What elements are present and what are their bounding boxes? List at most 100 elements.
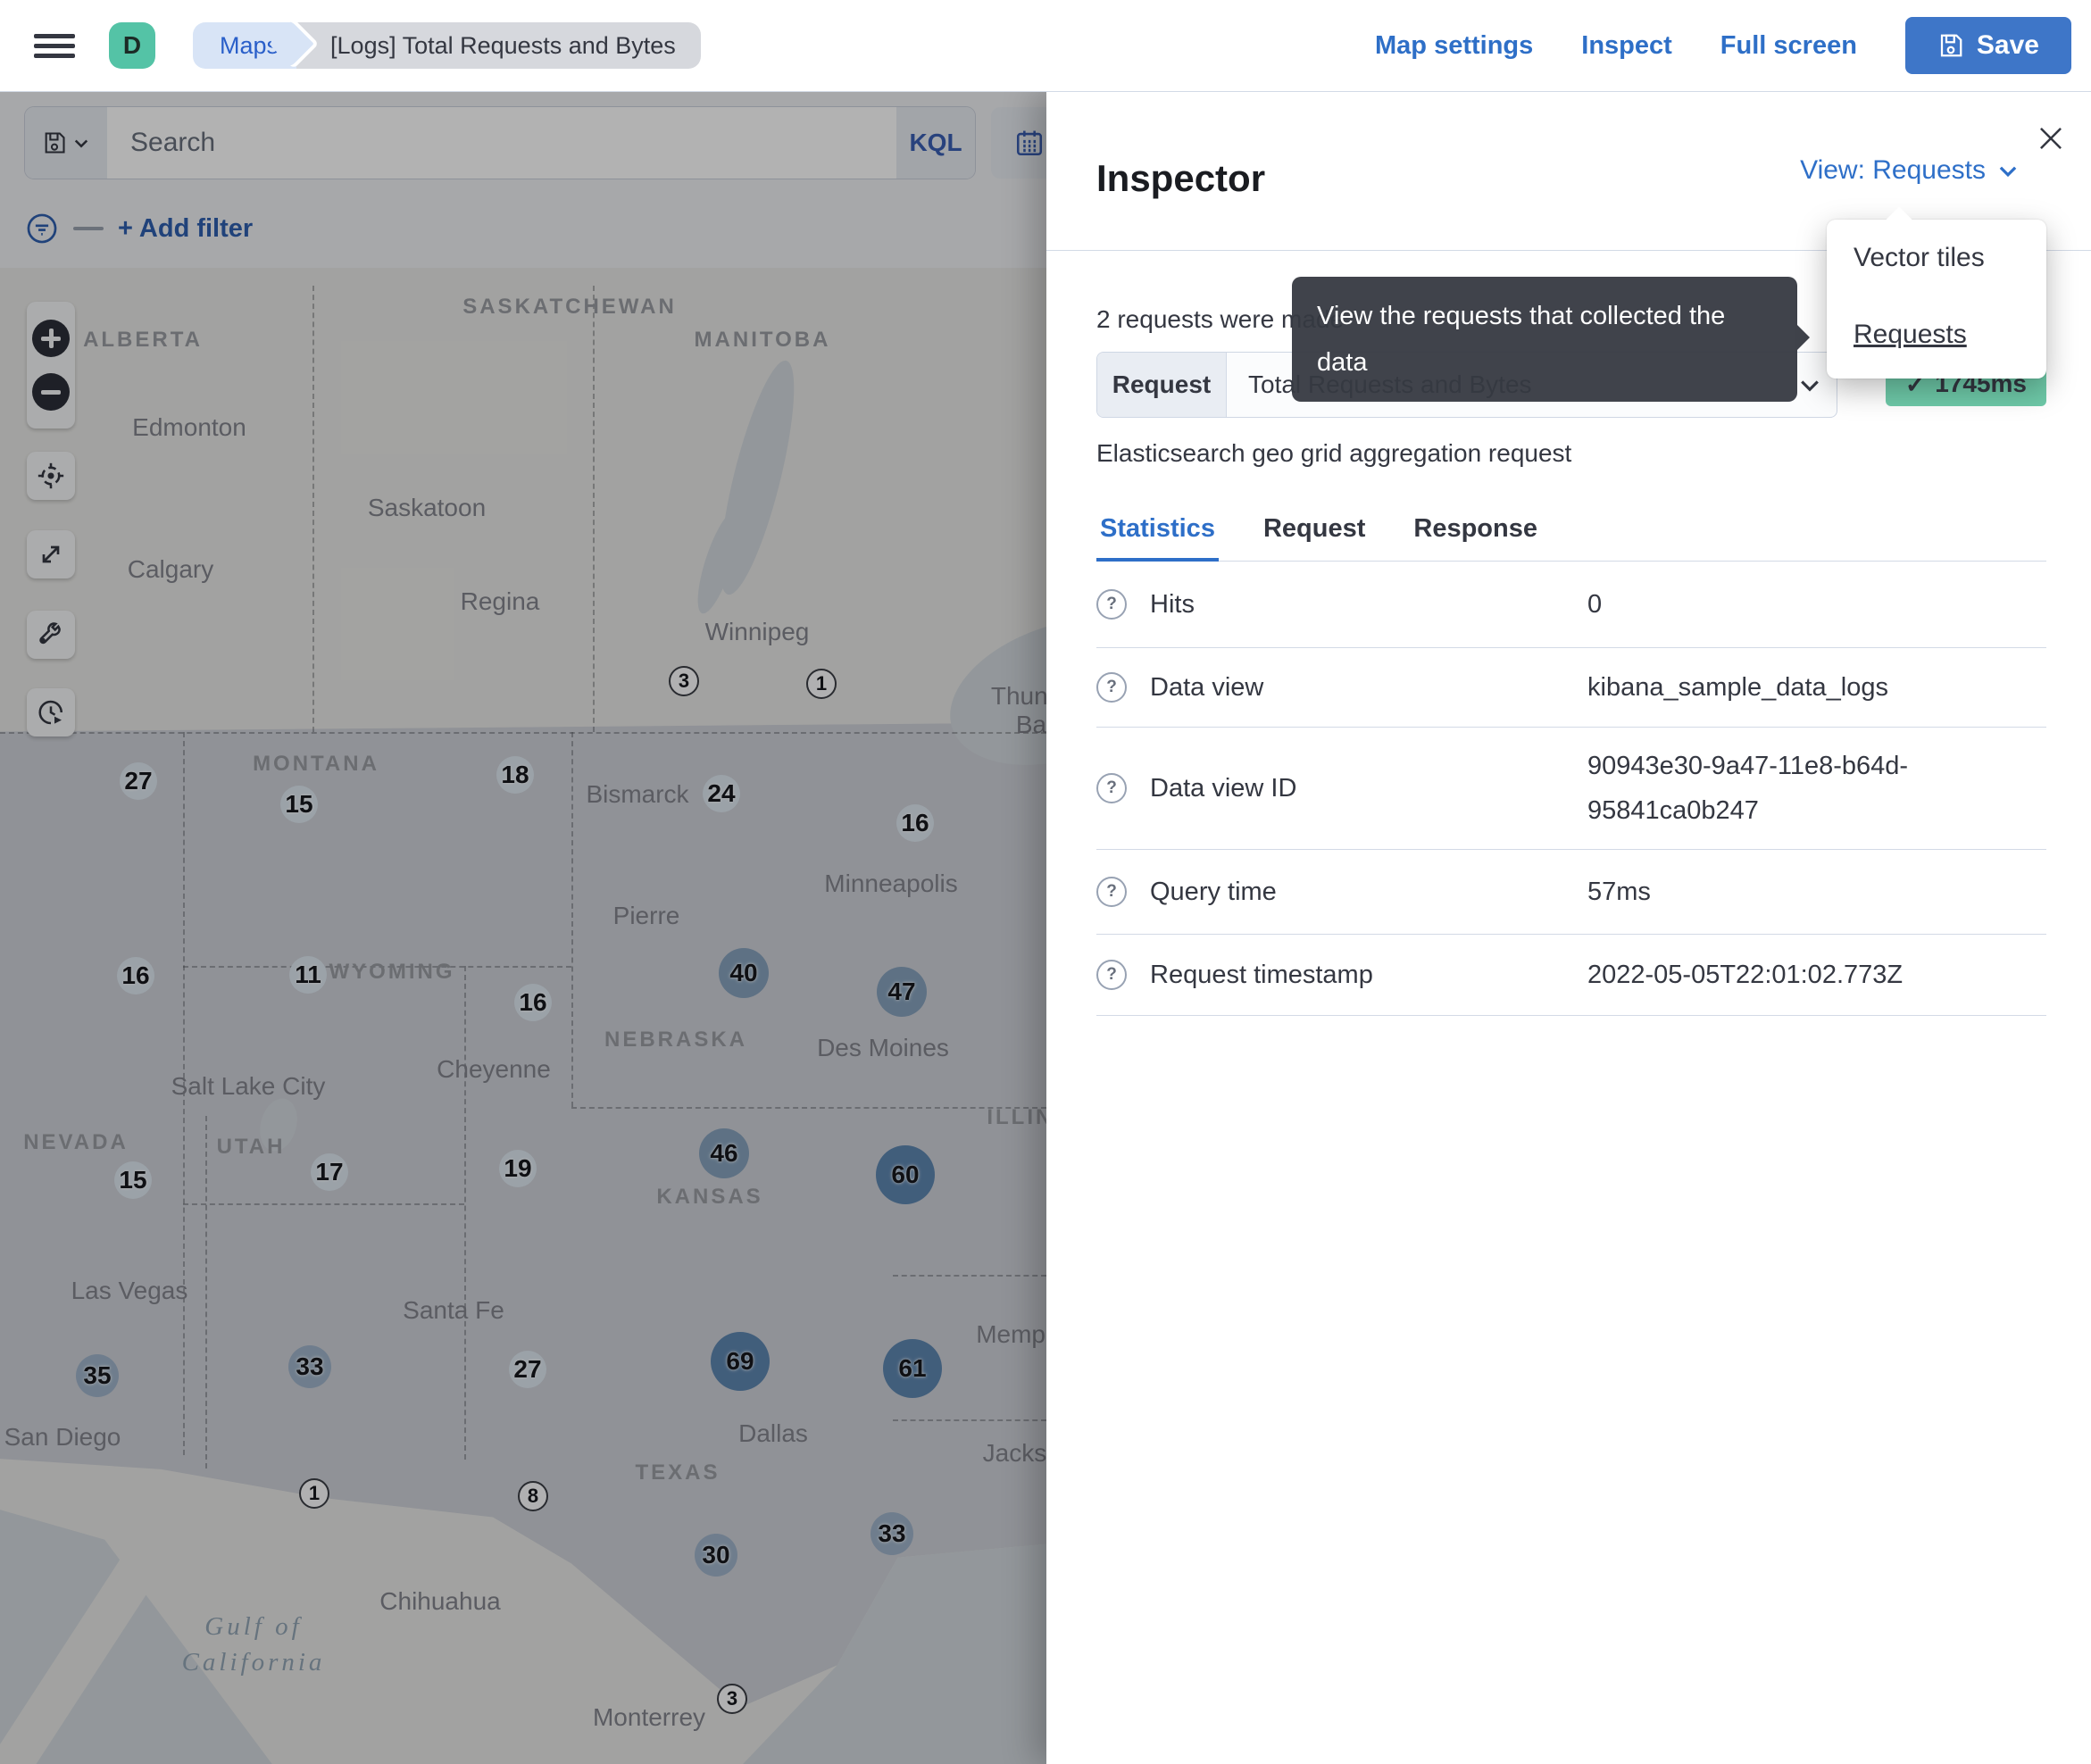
- stat-label: Request timestamp: [1150, 960, 1373, 989]
- full-screen-link[interactable]: Full screen: [1720, 31, 1857, 61]
- stat-value: kibana_sample_data_logs: [1587, 673, 1888, 702]
- add-filter-button[interactable]: + Add filter: [118, 214, 253, 244]
- help-icon[interactable]: ?: [1096, 960, 1127, 990]
- breadcrumb-maps[interactable]: Maps: [193, 22, 297, 69]
- map-label-city: Chihuahua: [379, 1587, 501, 1615]
- map-label-city: Las Vegas: [71, 1277, 188, 1304]
- statistics-table: ? Hits 0? Data view kibana_sample_data_logs?…: [1096, 562, 2046, 1016]
- map-settings-link[interactable]: Map settings: [1375, 31, 1533, 61]
- map-label-city: Santa Fe: [403, 1296, 504, 1324]
- date-picker-button[interactable]: [991, 107, 1046, 179]
- map-cluster[interactable]: 60: [876, 1145, 935, 1204]
- stats-row: ? Query time 57ms: [1096, 850, 2046, 935]
- stat-value: 0: [1587, 590, 1603, 619]
- map-cluster[interactable]: 16: [896, 804, 934, 842]
- tab-request[interactable]: Request: [1260, 503, 1369, 561]
- map-cluster[interactable]: 1: [806, 669, 837, 699]
- filter-icon[interactable]: [25, 212, 59, 245]
- inspect-link[interactable]: Inspect: [1581, 31, 1672, 61]
- map-cluster[interactable]: 11: [289, 956, 327, 994]
- app-header: D Maps [Logs] Total Requests and Bytes M…: [0, 0, 2091, 92]
- map-cluster[interactable]: 40: [719, 948, 769, 998]
- zoom-in-button[interactable]: [32, 320, 70, 357]
- map-cluster[interactable]: 27: [509, 1351, 546, 1388]
- map-label-city: Jackson: [982, 1439, 1046, 1467]
- map-workspace: KQL + Add filter: [0, 91, 1046, 1764]
- kql-toggle[interactable]: KQL: [896, 107, 975, 179]
- save-button[interactable]: Save: [1904, 17, 2071, 74]
- map-canvas[interactable]: ALBERTA SASKATCHEWAN MANITOBA Edmonton Saska…: [0, 268, 1046, 1764]
- map-cluster[interactable]: 33: [871, 1512, 913, 1555]
- map-cluster[interactable]: 16: [514, 984, 552, 1021]
- map-label-region: UTAH: [216, 1135, 286, 1159]
- help-icon[interactable]: ?: [1096, 773, 1127, 803]
- border-line: [312, 286, 314, 732]
- menu-icon[interactable]: [34, 29, 75, 62]
- stat-value: 57ms: [1587, 878, 1651, 906]
- map-cluster[interactable]: 24: [703, 775, 740, 812]
- map-cluster[interactable]: 33: [288, 1345, 331, 1388]
- map-cluster[interactable]: 27: [120, 762, 157, 800]
- map-cluster[interactable]: 35: [76, 1354, 119, 1397]
- timeslider-button[interactable]: [27, 688, 75, 736]
- help-icon[interactable]: ?: [1096, 877, 1127, 907]
- breadcrumb-current-map: [Logs] Total Requests and Bytes: [291, 22, 701, 69]
- stat-label: Query time: [1150, 877, 1277, 906]
- map-cluster[interactable]: 18: [496, 756, 534, 794]
- map-cluster[interactable]: 15: [280, 786, 318, 823]
- tab-statistics[interactable]: Statistics: [1096, 503, 1219, 562]
- map-label-region: SASKATCHEWAN: [462, 295, 677, 319]
- save-query-icon: [45, 132, 65, 154]
- popover-item-requests[interactable]: Requests: [1854, 320, 1967, 350]
- tab-response[interactable]: Response: [1410, 503, 1541, 561]
- map-label-city: Salt Lake City: [171, 1072, 326, 1100]
- map-cluster[interactable]: 46: [699, 1128, 749, 1178]
- timeslider-icon: [38, 700, 62, 725]
- request-description: Elasticsearch geo grid aggregation reque…: [1096, 439, 1572, 467]
- map-cluster[interactable]: 30: [695, 1534, 737, 1577]
- stat-label: Hits: [1150, 589, 1195, 619]
- zoom-out-button[interactable]: [32, 373, 70, 411]
- map-label-region: KANSAS: [656, 1185, 763, 1209]
- map-label-city: Des Moines: [817, 1034, 949, 1061]
- map-cluster[interactable]: 16: [117, 957, 154, 994]
- map-label-city: Regina: [460, 587, 540, 615]
- map-label-city: Dallas: [738, 1419, 808, 1447]
- map-label-region: TEXAS: [635, 1460, 721, 1485]
- help-icon[interactable]: ?: [1096, 672, 1127, 703]
- map-cluster[interactable]: 19: [499, 1150, 537, 1187]
- expand-icon: [42, 545, 60, 563]
- map-label-city: Memphis: [976, 1320, 1046, 1348]
- border-line: [893, 1419, 1046, 1421]
- close-icon[interactable]: [2034, 121, 2068, 155]
- map-cluster[interactable]: 8: [518, 1481, 548, 1511]
- locate-button[interactable]: [27, 452, 75, 500]
- map-label-region: NEBRASKA: [604, 1028, 748, 1052]
- map-label-region: ALBERTA: [83, 328, 203, 352]
- help-icon[interactable]: ?: [1096, 589, 1127, 620]
- map-label-city: Saskatoon: [367, 494, 487, 521]
- border-line: [571, 1107, 1046, 1109]
- map-label-city: Bismarck: [586, 780, 689, 808]
- map-cluster[interactable]: 3: [669, 666, 699, 696]
- avatar[interactable]: D: [109, 22, 155, 69]
- stat-value: 90943e30-9a47-11e8-b64d-95841ca0b247: [1587, 752, 1909, 825]
- view-selector[interactable]: View: Requests: [1800, 155, 2020, 186]
- tools-button[interactable]: [27, 611, 75, 659]
- map-label-water: Gulf of California: [181, 1612, 326, 1677]
- map-cluster[interactable]: 1: [299, 1478, 329, 1509]
- popover-item-vector-tiles[interactable]: Vector tiles: [1854, 243, 1985, 273]
- map-cluster[interactable]: 3: [717, 1684, 747, 1714]
- map-cluster[interactable]: 17: [311, 1153, 348, 1191]
- breadcrumb: Maps [Logs] Total Requests and Bytes: [193, 22, 701, 69]
- map-label-region: NEVADA: [23, 1130, 129, 1154]
- border-line: [593, 286, 595, 732]
- map-cluster[interactable]: 61: [883, 1339, 942, 1398]
- search-input[interactable]: [107, 107, 896, 179]
- map-label-region: MANITOBA: [694, 328, 831, 352]
- map-cluster[interactable]: 15: [114, 1161, 152, 1199]
- map-cluster[interactable]: 69: [711, 1332, 770, 1391]
- saved-query-button[interactable]: [25, 107, 107, 179]
- map-cluster[interactable]: 47: [877, 967, 927, 1017]
- fit-to-data-button[interactable]: [27, 530, 75, 578]
